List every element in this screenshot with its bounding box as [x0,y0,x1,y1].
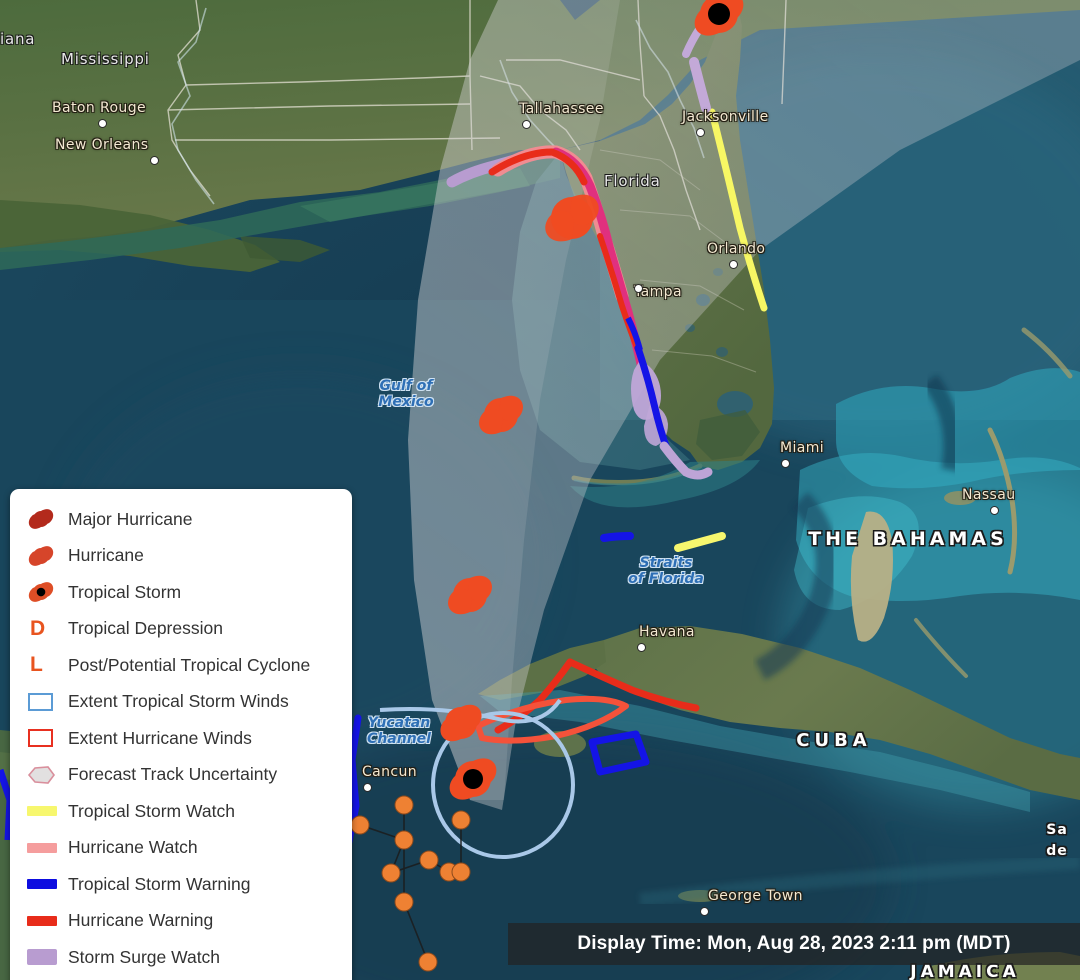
hurricane-map-app: Baton Rouge New Orleans Tallahassee Jackson… [0,0,1080,980]
map-city-marker-dot [637,643,646,652]
bar-surge-watch-icon [26,949,68,966]
legend-label: Hurricane [68,545,144,566]
cyclone-major-icon [26,504,68,534]
letter-d-glyph: D [30,616,46,640]
legend-item-bar-surge-watch[interactable]: Storm Surge Watch [10,939,352,976]
map-city-marker-dot [990,506,999,515]
legend-item-poly-uncertainty[interactable]: Forecast Track Uncertainty [10,757,352,794]
legend-item-bar-hurricane-warning[interactable]: Hurricane Warning [10,903,352,940]
map-city-marker-dot [634,284,643,293]
legend-item-cyclone-major[interactable]: Major Hurricane [10,501,352,538]
legend-label: Hurricane Watch [68,837,198,858]
legend-label: Tropical Storm [68,581,182,602]
bar-ts-warning-icon [26,879,68,890]
display-time-bar: Display Time: Mon, Aug 28, 2023 2:11 pm … [508,923,1080,965]
map-legend-panel[interactable]: Major Hurricane Hurricane Tropical Storm D T… [10,489,352,980]
ts-warning-keys [600,532,634,542]
map-city-marker-dot [781,459,790,468]
map-city-marker-dot [700,907,709,916]
map-city-marker-dot [98,119,107,128]
bar-ts-watch-icon [26,806,68,817]
display-time-label: Display Time: Mon, Aug 28, 2023 2:11 pm … [577,933,1011,954]
legend-item-box-ts-winds[interactable]: Extent Tropical Storm Winds [10,684,352,721]
legend-label: Tropical Storm Warning [68,873,251,894]
box-hurricane-winds-icon [26,729,68,748]
cyclone-hurricane-icon [26,541,68,571]
legend-item-cyclone-tropical-storm[interactable]: Tropical Storm [10,574,352,611]
legend-item-bar-hurricane-watch[interactable]: Hurricane Watch [10,830,352,867]
letter-l-glyph: L [30,653,43,677]
letter-l-icon: L [26,653,68,677]
letter-d-icon: D [26,617,68,641]
legend-label: Major Hurricane [68,508,193,529]
map-city-marker-dot [363,783,372,792]
map-city-marker-dot [696,128,705,137]
poly-uncertainty-icon [26,764,68,786]
legend-item-letter-l[interactable]: L Post/Potential Tropical Cyclone [10,647,352,684]
legend-label: Storm Surge Watch [68,946,221,967]
legend-label: Hurricane Warning [68,910,214,931]
bar-hurricane-watch-icon [26,842,68,853]
legend-item-cyclone-hurricane[interactable]: Hurricane [10,538,352,575]
map-city-marker-dot [150,156,159,165]
legend-label: Extent Hurricane Winds [68,727,252,748]
cyclone-tropical-storm-icon [26,577,68,607]
bar-hurricane-warning-icon [26,915,68,926]
legend-item-bar-surge-warning[interactable]: Storm Surge Warning [10,976,352,980]
legend-item-bar-ts-watch[interactable]: Tropical Storm Watch [10,793,352,830]
legend-item-bar-ts-warning[interactable]: Tropical Storm Warning [10,866,352,903]
map-city-marker-dot [729,260,738,269]
legend-item-letter-d[interactable]: D Tropical Depression [10,611,352,648]
legend-label: Forecast Track Uncertainty [68,764,278,785]
legend-label: Extent Tropical Storm Winds [68,691,289,712]
box-ts-winds-icon [26,692,68,711]
legend-item-box-hurricane-winds[interactable]: Extent Hurricane Winds [10,720,352,757]
legend-label: Tropical Storm Watch [68,800,235,821]
map-city-marker-dot [522,120,531,129]
legend-label: Tropical Depression [68,618,223,639]
legend-label: Post/Potential Tropical Cyclone [68,654,311,675]
